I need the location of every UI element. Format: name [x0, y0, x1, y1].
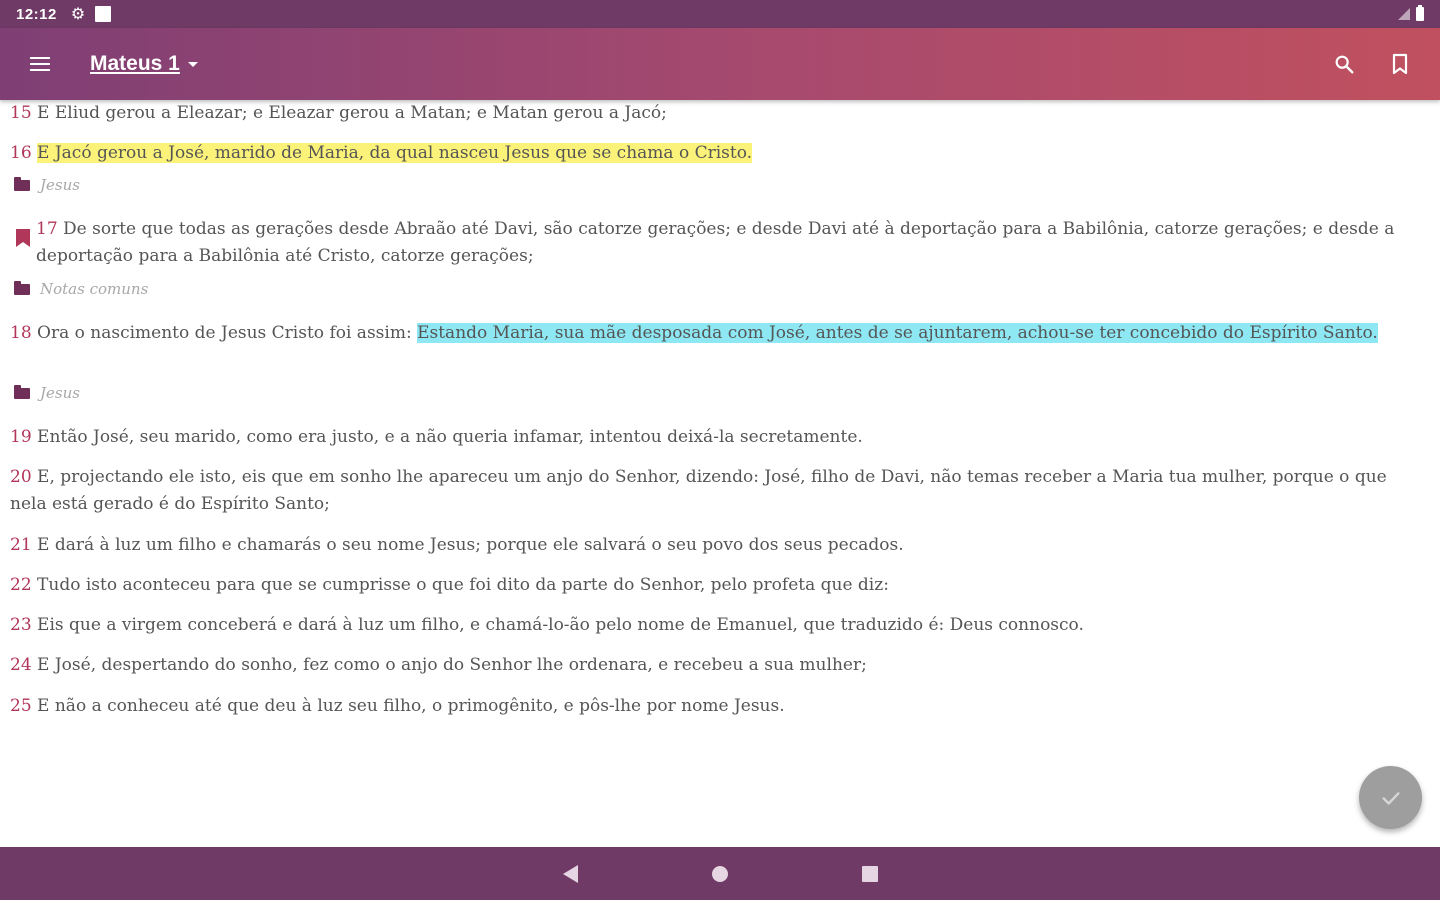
verse-text: E José, despertando do sonho, fez como o…: [37, 655, 867, 675]
tag-text: Jesus: [40, 176, 80, 194]
menu-button[interactable]: [0, 28, 80, 100]
verse-22[interactable]: 22 Tudo isto aconteceu para que se cumpr…: [10, 572, 1420, 599]
bookmark-outline-icon: [1392, 53, 1408, 75]
back-triangle-icon: [562, 864, 578, 883]
recents-square-icon: [862, 865, 878, 882]
verse-25[interactable]: 25 E não a conheceu até que deu à luz se…: [10, 693, 1420, 720]
tag-text: Jesus: [40, 384, 80, 402]
home-circle-icon: [712, 865, 728, 882]
verse-text-highlighted: Estando Maria, sua mãe desposada com Jos…: [417, 323, 1378, 343]
verse-text: E não a conheceu até que deu à luz seu f…: [37, 696, 785, 716]
verse-text: Eis que a virgem conceberá e dará à luz …: [37, 615, 1084, 635]
signal-icon: [1398, 8, 1410, 20]
verse-number: 17: [36, 219, 58, 239]
verse-number: 24: [10, 655, 32, 675]
verse-number: 19: [10, 427, 32, 447]
mark-read-fab[interactable]: [1359, 766, 1422, 829]
search-button[interactable]: [1316, 36, 1372, 92]
folder-icon: [14, 176, 30, 191]
verse-text: E, projectando ele isto, eis que em sonh…: [10, 467, 1387, 514]
verse-18[interactable]: 18 Ora o nascimento de Jesus Cristo foi …: [10, 320, 1420, 347]
folder-icon: [14, 280, 30, 295]
verse-16[interactable]: 16 E Jacó gerou a José, marido de Maria,…: [10, 140, 1420, 167]
settings-notification-icon: ⚙: [70, 6, 86, 23]
verse-19[interactable]: 19 Então José, seu marido, como era just…: [10, 424, 1420, 451]
folder-icon: [14, 384, 30, 399]
verse-text: De sorte que todas as gerações desde Abr…: [36, 219, 1395, 266]
notification-square-icon: [95, 6, 112, 22]
book-chapter-selector[interactable]: Mateus 1: [90, 52, 198, 76]
verse-text: Tudo isto aconteceu para que se cumpriss…: [37, 575, 889, 595]
verse-number: 22: [10, 575, 32, 595]
verse-21[interactable]: 21 E dará à luz um filho e chamarás o se…: [10, 532, 1420, 559]
app-bar: Mateus 1: [0, 28, 1440, 100]
status-bar: 12:12 ⚙: [0, 0, 1440, 28]
verse-number: 16: [10, 143, 32, 163]
status-right: [1398, 5, 1424, 21]
system-nav-bar: [0, 847, 1440, 900]
verse-number: 18: [10, 323, 32, 343]
nav-back-button[interactable]: [550, 854, 590, 894]
status-time: 12:12: [16, 5, 57, 23]
nav-recents-button[interactable]: [850, 854, 890, 894]
verse-24[interactable]: 24 E José, despertando do sonho, fez com…: [10, 652, 1420, 679]
checkmark-icon: [1381, 791, 1400, 805]
app-bar-actions: [1316, 36, 1428, 92]
verse-text-highlighted: E Jacó gerou a José, marido de Maria, da…: [37, 143, 753, 163]
dropdown-arrow-icon: [187, 61, 198, 67]
verse-15[interactable]: 15 E Eliud gerou a Eleazar; e Eleazar ge…: [10, 100, 1420, 127]
tag-text: Notas comuns: [40, 280, 149, 298]
verse-20[interactable]: 20 E, projectando ele isto, eis que em s…: [10, 464, 1420, 518]
tag-label[interactable]: Notas comuns: [14, 280, 148, 298]
search-icon: [1335, 55, 1354, 74]
verse-number: 15: [10, 103, 32, 123]
verse-number: 25: [10, 696, 32, 716]
verse-number: 21: [10, 535, 32, 555]
battery-icon: [1416, 5, 1424, 21]
tag-label[interactable]: Jesus: [14, 176, 80, 194]
bookmark-icon[interactable]: [15, 228, 31, 248]
verse-text: Então José, seu marido, como era justo, …: [37, 427, 863, 447]
verse-text: E dará à luz um filho e chamarás o seu n…: [37, 535, 904, 555]
verse-23[interactable]: 23 Eis que a virgem conceberá e dará à l…: [10, 612, 1420, 639]
hamburger-menu-icon: [30, 57, 50, 71]
tag-label[interactable]: Jesus: [14, 384, 80, 402]
verse-number: 20: [10, 467, 32, 487]
verse-text: Ora o nascimento de Jesus Cristo foi ass…: [37, 323, 418, 343]
verse-17[interactable]: 17 De sorte que todas as gerações desde …: [36, 216, 1416, 270]
nav-home-button[interactable]: [700, 854, 740, 894]
verse-text: E Eliud gerou a Eleazar; e Eleazar gerou…: [37, 103, 667, 123]
bookmarks-button[interactable]: [1372, 36, 1428, 92]
page-title: Mateus 1: [90, 52, 180, 75]
verse-number: 23: [10, 615, 32, 635]
chapter-content[interactable]: 15 E Eliud gerou a Eleazar; e Eleazar ge…: [0, 100, 1440, 847]
